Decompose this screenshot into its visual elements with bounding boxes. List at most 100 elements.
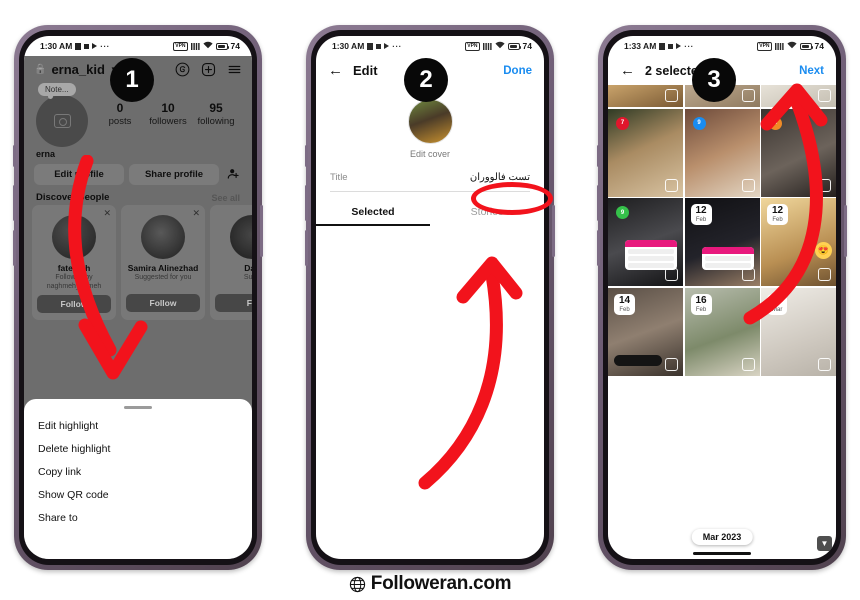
follow-button[interactable]: Follow xyxy=(37,294,111,313)
menu-item-show-qr-code[interactable]: Show QR code xyxy=(24,478,252,501)
grid-cell[interactable]: 6 xyxy=(761,108,836,197)
next-button[interactable]: Next xyxy=(799,65,824,77)
stat-value: 95 xyxy=(209,101,223,115)
list-item[interactable]: ✕ Samira Alinezhad Suggested for you Fol… xyxy=(121,205,205,320)
follow-button[interactable]: Fo xyxy=(215,294,252,312)
close-icon[interactable]: ✕ xyxy=(192,208,200,219)
phone-button-volume-up[interactable] xyxy=(13,185,16,221)
select-checkbox[interactable] xyxy=(818,178,831,192)
phone-button-volume-up[interactable] xyxy=(305,185,308,221)
battery-percent: 74 xyxy=(814,41,824,51)
grid-cell[interactable]: 16 Feb xyxy=(684,287,760,376)
status-time: 1:33 AM xyxy=(624,41,657,51)
hamburger-icon[interactable] xyxy=(227,62,242,77)
follow-button[interactable]: Follow xyxy=(126,294,200,312)
share-profile-button[interactable]: Share profile xyxy=(129,164,219,185)
tab-selected[interactable]: Selected xyxy=(316,206,430,226)
profile-username[interactable]: erna_kid xyxy=(51,62,104,77)
wifi-icon xyxy=(494,41,505,51)
select-checkbox[interactable] xyxy=(741,178,755,192)
menu-item-share-to[interactable]: Share to xyxy=(24,501,252,524)
menu-item-edit-highlight[interactable]: Edit highlight xyxy=(24,409,252,432)
phone-3-story-picker: 1:33 AM ··· VPN 74 ← 2 selected Next 7 9… xyxy=(597,25,847,570)
select-checkbox[interactable] xyxy=(741,268,755,281)
stat-label: following xyxy=(197,116,235,127)
arrow-left-icon[interactable]: ← xyxy=(328,62,343,79)
select-checkbox[interactable] xyxy=(741,357,755,371)
threads-icon[interactable] xyxy=(175,62,190,77)
square-icon xyxy=(367,42,374,50)
edit-cover-label[interactable]: Edit cover xyxy=(316,149,544,159)
grid-cell[interactable]: 14 Feb xyxy=(608,287,683,376)
suggested-name: Dav xyxy=(244,263,252,273)
grid-cell[interactable]: 12 Feb xyxy=(684,198,760,286)
grid-cell[interactable] xyxy=(608,85,683,107)
phone-button-volume-down[interactable] xyxy=(305,230,308,266)
stat-following[interactable]: 95 following xyxy=(192,101,240,127)
phone-1-bezel: 1:30 AM ··· VPN 74 🔒 erna_kid Note... 0 … xyxy=(19,30,257,565)
avatar[interactable] xyxy=(36,95,88,147)
plus-square-icon[interactable] xyxy=(201,62,216,77)
play-icon xyxy=(92,43,98,49)
highlight-cover-image[interactable] xyxy=(407,99,453,144)
suggested-name: Samira Alinezhad xyxy=(127,263,199,273)
select-checkbox[interactable] xyxy=(665,357,678,371)
highlight-options-sheet: Edit highlight Delete highlight Copy lin… xyxy=(24,399,252,559)
date-day: 12 xyxy=(772,205,784,216)
stat-value: 10 xyxy=(161,101,175,115)
wifi-icon xyxy=(202,41,213,51)
select-checkbox[interactable] xyxy=(665,89,678,102)
stat-followers[interactable]: 10 followers xyxy=(144,101,192,127)
select-checkbox[interactable] xyxy=(741,89,755,102)
suggested-sub: Followed by naghmeh_nameh xyxy=(46,274,102,290)
select-checkbox[interactable] xyxy=(818,268,831,281)
date-chip: 16 Feb xyxy=(690,293,712,315)
menu-item-delete-highlight[interactable]: Delete highlight xyxy=(24,432,252,455)
grid-cell[interactable] xyxy=(761,85,836,107)
stat-label: followers xyxy=(149,116,187,127)
list-item[interactable]: ✕ fatemeh Followed by naghmeh_nameh Foll… xyxy=(32,205,116,320)
phone-button-power[interactable] xyxy=(552,205,555,257)
arrow-left-icon[interactable]: ← xyxy=(620,62,635,79)
menu-item-copy-link[interactable]: Copy link xyxy=(24,455,252,478)
poll-sticker xyxy=(625,240,677,270)
grid-cell[interactable]: 9 xyxy=(608,198,683,286)
done-button[interactable]: Done xyxy=(503,65,532,77)
phone-button-mute[interactable] xyxy=(597,145,600,167)
phone-3-bezel: 1:33 AM ··· VPN 74 ← 2 selected Next 7 9… xyxy=(603,30,841,565)
select-checkbox[interactable] xyxy=(818,357,831,371)
add-person-icon[interactable] xyxy=(224,167,242,183)
step-badge-2: 2 xyxy=(404,58,448,102)
vpn-icon: VPN xyxy=(465,41,480,51)
see-all-link[interactable]: See all xyxy=(211,193,240,203)
select-checkbox[interactable] xyxy=(818,89,831,102)
phone-button-volume-down[interactable] xyxy=(597,230,600,266)
avatar-area[interactable]: Note... xyxy=(36,83,96,147)
grid-cell[interactable]: 12 Feb 😍 xyxy=(761,198,836,286)
grid-cell[interactable]: 7 xyxy=(608,108,683,197)
stat-posts[interactable]: 0 posts xyxy=(96,101,144,127)
list-item[interactable]: Dav Sugg Fo xyxy=(210,205,252,320)
phone-button-volume-down[interactable] xyxy=(13,230,16,266)
globe-icon xyxy=(349,576,365,592)
phone-button-mute[interactable] xyxy=(13,145,16,167)
annotation-oval-title xyxy=(471,182,553,215)
edit-profile-button[interactable]: Edit profile xyxy=(34,164,124,185)
phone-button-volume-up[interactable] xyxy=(597,185,600,221)
note-bubble[interactable]: Note... xyxy=(38,83,76,99)
date-chip: 12 Feb xyxy=(690,204,712,225)
phone-button-power[interactable] xyxy=(260,205,263,257)
phone-button-mute[interactable] xyxy=(305,145,308,167)
camera-icon xyxy=(53,114,71,128)
phone-button-power[interactable] xyxy=(844,205,847,257)
close-icon[interactable]: ✕ xyxy=(103,208,111,219)
phone-2-edit-highlight: 1:30 AM ··· VPN 74 ← Edit Done Edit cove… xyxy=(305,25,555,570)
date-day: 12 xyxy=(695,205,707,216)
chevron-down-icon[interactable]: ▼ xyxy=(817,536,832,551)
title-input[interactable]: تست فالووران xyxy=(470,172,530,183)
select-checkbox[interactable] xyxy=(665,268,678,281)
phone-2-screen: 1:30 AM ··· VPN 74 ← Edit Done Edit cove… xyxy=(316,36,544,559)
grid-cell[interactable]: 9 xyxy=(684,108,760,197)
select-checkbox[interactable] xyxy=(665,178,678,192)
grid-cell[interactable]: 1 Mar xyxy=(761,287,836,376)
